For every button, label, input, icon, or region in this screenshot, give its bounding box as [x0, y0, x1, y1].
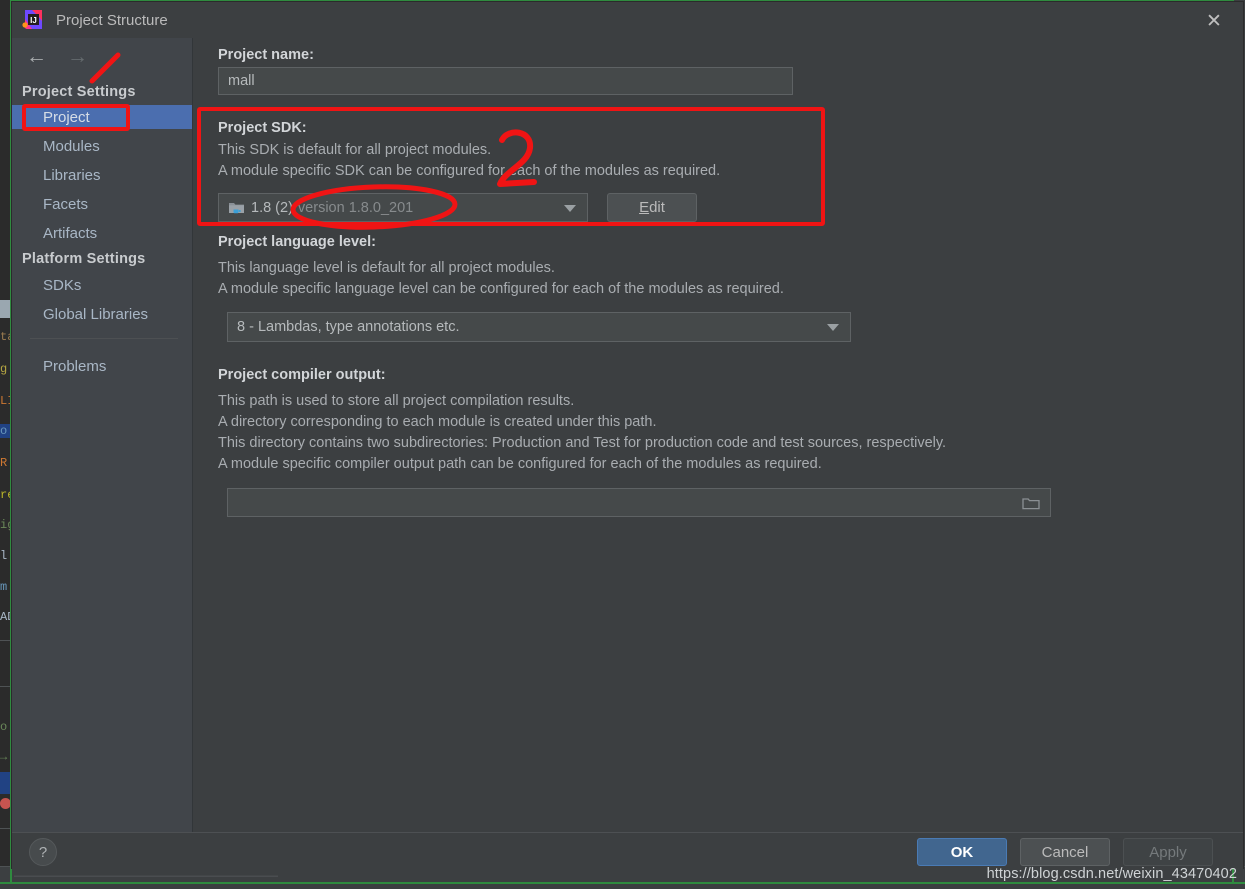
- sidebar-item-libraries[interactable]: Libraries: [12, 163, 192, 187]
- apply-button: Apply: [1123, 838, 1213, 866]
- capture-border-bottom: [0, 882, 1245, 884]
- sidebar-item-label: Project: [43, 108, 90, 126]
- language-level-value: 8 - Lambdas, type annotations etc.: [237, 319, 460, 335]
- project-name-label: Project name:: [218, 47, 314, 63]
- project-structure-window: ta g LI o R re ig l. m AD o → o ————————…: [0, 0, 1245, 889]
- chevron-down-icon: [564, 204, 576, 212]
- project-sdk-label: Project SDK:: [218, 120, 307, 136]
- dialog-title: Project Structure: [56, 11, 168, 29]
- sidebar-item-label: Facets: [43, 195, 89, 213]
- project-name-input[interactable]: mall: [218, 67, 793, 95]
- dialog-footer: ? OK Cancel Apply: [12, 832, 1243, 869]
- chevron-down-icon: [827, 324, 839, 331]
- help-button-label: ?: [38, 843, 48, 861]
- arrow-right-icon[interactable]: →: [67, 46, 88, 67]
- project-sdk-dropdown[interactable]: 1.8 (2) version 1.8.0_201: [218, 193, 588, 222]
- cancel-button[interactable]: Cancel: [1020, 838, 1110, 866]
- sidebar-group-platform-settings: Platform Settings: [22, 251, 146, 267]
- project-sdk-version: version 1.8.0_201: [297, 199, 414, 216]
- sidebar-divider: [30, 338, 178, 339]
- sidebar-item-label: Artifacts: [43, 224, 98, 242]
- project-sdk-desc-2: A module specific SDK can be configured …: [218, 163, 721, 179]
- sidebar-item-facets[interactable]: Facets: [12, 192, 192, 216]
- cancel-button-label: Cancel: [1041, 843, 1089, 861]
- sidebar-item-problems[interactable]: Problems: [12, 354, 192, 378]
- apply-button-label: Apply: [1149, 843, 1187, 861]
- dialog-titlebar: IJ Project Structure ✕: [12, 2, 1243, 38]
- edit-sdk-button-label: Edit: [639, 199, 665, 216]
- svg-text:IJ: IJ: [30, 16, 37, 25]
- arrow-left-icon[interactable]: ←: [26, 46, 47, 67]
- sidebar-item-project[interactable]: Project: [12, 105, 192, 129]
- sidebar-item-global-libraries[interactable]: Global Libraries: [12, 302, 192, 326]
- sidebar-item-label: SDKs: [43, 276, 82, 294]
- sidebar-item-modules[interactable]: Modules: [12, 134, 192, 158]
- project-structure-dialog: IJ Project Structure ✕ ← → Project Setti…: [12, 2, 1243, 869]
- language-level-dropdown[interactable]: 8 - Lambdas, type annotations etc.: [227, 312, 851, 342]
- project-sdk-desc-1: This SDK is default for all project modu…: [218, 142, 492, 158]
- settings-content-pane: Project name: mall Project SDK: This SDK…: [193, 38, 1243, 832]
- sidebar-item-sdks[interactable]: SDKs: [12, 273, 192, 297]
- language-level-desc-2: A module specific language level can be …: [218, 281, 784, 297]
- compiler-output-desc-2: A directory corresponding to each module…: [218, 414, 657, 430]
- settings-sidebar: ← → Project Settings Project Modules Lib…: [12, 38, 193, 832]
- ok-button[interactable]: OK: [917, 838, 1007, 866]
- intellij-idea-icon: IJ: [22, 9, 44, 31]
- compiler-output-input[interactable]: [227, 488, 1051, 517]
- nav-arrows: ← →: [26, 46, 88, 67]
- sidebar-item-label: Global Libraries: [43, 305, 149, 323]
- compiler-output-desc-4: A module specific compiler output path c…: [218, 456, 822, 472]
- sidebar-item-label: Modules: [43, 137, 100, 155]
- ide-status-text: ————————————————————————: [14, 870, 278, 882]
- sidebar-item-label: Problems: [43, 357, 107, 375]
- watermark-url: https://blog.csdn.net/weixin_43470402: [986, 866, 1237, 882]
- folder-browse-icon[interactable]: [1022, 496, 1040, 510]
- close-icon[interactable]: ✕: [1201, 8, 1227, 34]
- compiler-output-label: Project compiler output:: [218, 367, 386, 383]
- sidebar-item-artifacts[interactable]: Artifacts: [12, 221, 192, 245]
- language-level-label: Project language level:: [218, 234, 376, 250]
- compiler-output-desc-3: This directory contains two subdirectori…: [218, 435, 947, 451]
- sidebar-group-project-settings: Project Settings: [22, 84, 136, 100]
- ok-button-label: OK: [950, 843, 974, 861]
- language-level-desc-1: This language level is default for all p…: [218, 260, 555, 276]
- sidebar-item-label: Libraries: [43, 166, 101, 184]
- project-sdk-name: 1.8 (2): [251, 199, 293, 216]
- java-sdk-folder-icon: [228, 200, 245, 215]
- edit-sdk-button[interactable]: Edit: [607, 193, 697, 222]
- compiler-output-desc-1: This path is used to store all project c…: [218, 393, 575, 409]
- help-icon[interactable]: ?: [29, 838, 57, 866]
